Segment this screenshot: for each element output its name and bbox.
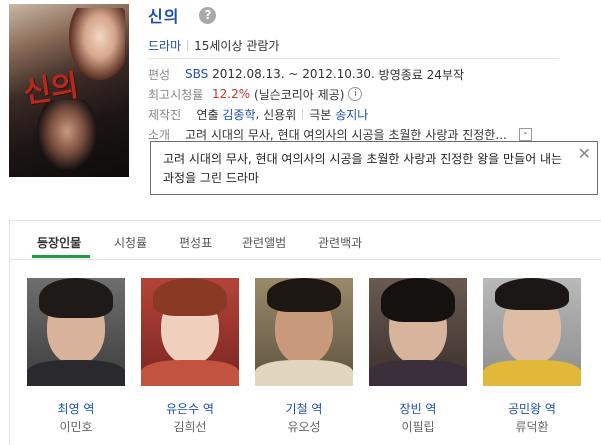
title-row: 신의 ?	[148, 3, 217, 27]
genre-row: 드라마 15세이상 관람가	[148, 36, 279, 54]
poster-actress	[69, 8, 125, 80]
director-label: 연출	[196, 107, 219, 122]
cast-photo[interactable]	[255, 278, 353, 386]
episode-count: 24부작	[426, 67, 465, 82]
tab-albums[interactable]: 관련앨범	[242, 234, 286, 251]
tab-cast[interactable]: 등장인물	[37, 234, 81, 251]
synopsis-label: 소개	[148, 127, 171, 142]
cast-role[interactable]: 유은수 역	[141, 400, 239, 417]
age-rating: 15세이상 관람가	[194, 38, 280, 53]
director2: 신용휘	[263, 107, 297, 122]
ratings-row: 최고시청률 12.2% (닐슨코리아 제공) i	[148, 85, 363, 103]
synopsis-full: 고려 시대의 무사, 현대 여의사의 시공을 초월한 사랑과 진정한 왕을 만들…	[163, 152, 563, 185]
cast-actor[interactable]: 김희선	[141, 418, 239, 435]
cast-role[interactable]: 기철 역	[255, 400, 353, 417]
cast-photo[interactable]	[141, 278, 239, 386]
ratings-source: (닐슨코리아 제공)	[253, 87, 345, 102]
ratings-value: 12.2%	[212, 87, 251, 101]
question-icon[interactable]: ?	[199, 6, 217, 24]
close-icon[interactable]: ✕	[578, 146, 591, 162]
info-icon[interactable]: i	[348, 87, 363, 101]
poster-logo: 신의	[21, 68, 81, 111]
cast-actor[interactable]: 류덕환	[483, 418, 581, 435]
collapse-button[interactable]: -	[518, 127, 532, 141]
cast-role[interactable]: 장빈 역	[369, 400, 467, 417]
director-link[interactable]: 김종학	[222, 106, 255, 123]
poster-actor	[37, 100, 97, 170]
cast-actor[interactable]: 이필립	[369, 418, 467, 435]
page-title[interactable]: 신의	[148, 3, 179, 27]
synopsis-popup: 고려 시대의 무사, 현대 여의사의 시공을 초월한 사랑과 진정한 왕을 만들…	[150, 141, 598, 195]
tab-encyclopedia[interactable]: 관련백과	[318, 234, 362, 251]
ratings-label: 최고시청률	[148, 87, 204, 102]
writer-label: 극본	[309, 107, 332, 122]
broadcast-label: 편성	[148, 67, 171, 82]
genre-link[interactable]: 드라마	[148, 37, 181, 54]
separator	[302, 108, 304, 120]
cast-role[interactable]: 최영 역	[27, 400, 125, 417]
cast-role[interactable]: 공민왕 역	[483, 400, 581, 417]
cast-photo[interactable]	[483, 278, 581, 386]
cast-actor[interactable]: 유오성	[255, 418, 353, 435]
broadcast-status: 방영종료	[378, 67, 423, 82]
synopsis-short[interactable]: 고려 시대의 무사, 현대 여의사의 시공을 초월한 사랑과 진정한...	[185, 126, 507, 143]
broadcast-period: 2012.08.13. ~ 2012.10.30.	[212, 67, 375, 81]
cast-photo[interactable]	[27, 278, 125, 386]
tab-schedule[interactable]: 편성표	[179, 234, 212, 251]
staff-label: 제작진	[148, 107, 182, 122]
staff-row: 제작진 연출 김종학, 신용휘 극본 송지나	[148, 106, 369, 123]
writer-link[interactable]: 송지나	[335, 106, 368, 123]
drama-poster[interactable]: 신의	[9, 4, 129, 177]
cast-actor[interactable]: 이민호	[27, 418, 125, 435]
broadcast-row: 편성 SBS 2012.08.13. ~ 2012.10.30. 방영종료 24…	[148, 65, 464, 83]
separator	[187, 39, 189, 51]
tab-ratings[interactable]: 시청률	[114, 234, 147, 251]
active-tab-indicator	[32, 255, 90, 258]
cast-photo[interactable]	[369, 278, 467, 386]
divider	[148, 58, 558, 59]
tab-bar: 등장인물 시청률 편성표 관련앨범 관련백과	[10, 221, 601, 260]
channel-link[interactable]: SBS	[185, 67, 208, 81]
